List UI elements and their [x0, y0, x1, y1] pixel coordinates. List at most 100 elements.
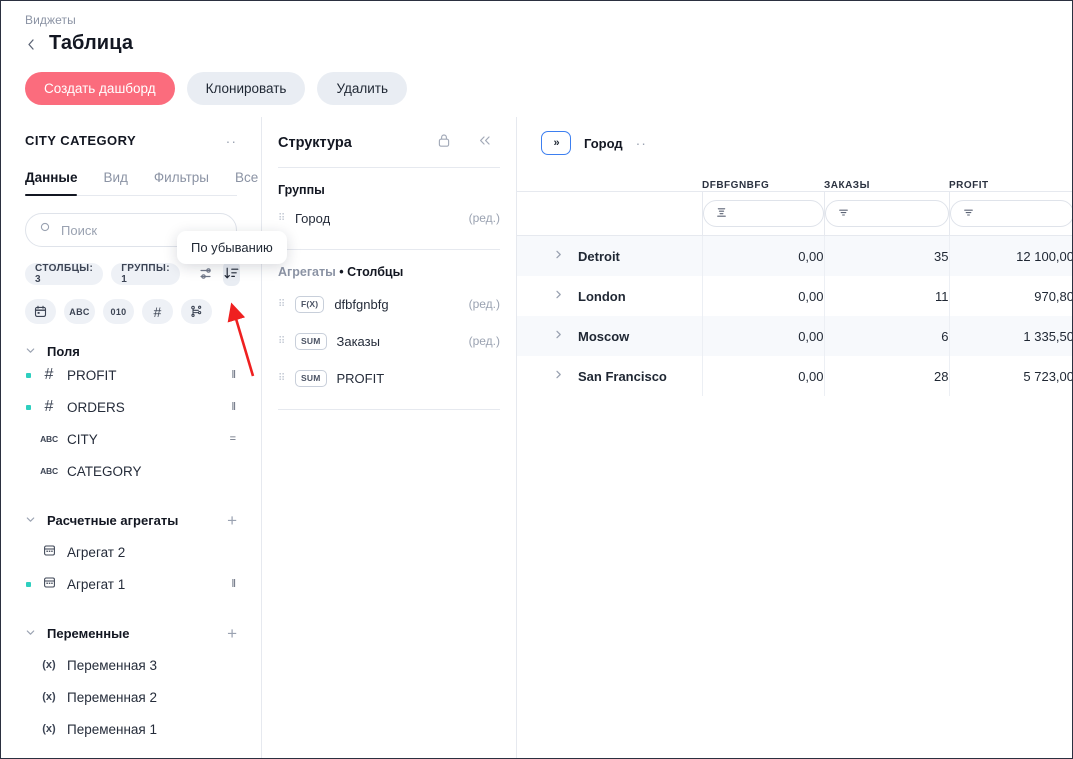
filter-input-dfbfgnbfg[interactable] [702, 200, 824, 227]
section-header-variables[interactable]: Переменные + [25, 625, 237, 642]
drag-grip-icon[interactable]: ⠿ [278, 336, 285, 346]
field-label: ORDERS [67, 399, 125, 415]
structure-aggregate-dfbfgnbfg[interactable]: ⠿ F(X) dfbfgnbfg (ред.) [278, 289, 500, 319]
filter-cell-profit [948, 191, 1072, 236]
field-label: CITY [67, 431, 98, 447]
column-header-dfbfgnbfg[interactable]: DFBFGNBFG [702, 180, 824, 192]
section-label: Расчетные агрегаты [47, 513, 179, 528]
section-label: Переменные [47, 626, 130, 641]
field-marker-dot [26, 404, 31, 410]
app-window: Виджеты Таблица Создать дашборд Клониров… [0, 0, 1073, 759]
back-arrow-icon[interactable] [25, 38, 38, 51]
dataset-more-icon[interactable]: ·· [226, 134, 237, 148]
column-header-group[interactable] [517, 180, 702, 192]
drag-grip-icon[interactable]: ⠿ [278, 213, 285, 223]
field-item-variable-1[interactable]: (x) Переменная 1 [1, 713, 261, 745]
hierarchy-icon[interactable] [181, 299, 212, 324]
structure-aggregate-profit[interactable]: ⠿ SUM PROFIT [278, 363, 500, 393]
field-label: Агрегат 1 [67, 576, 126, 592]
field-item-variable-2[interactable]: (x) Переменная 2 [1, 681, 261, 713]
chevron-right-icon[interactable] [553, 289, 564, 303]
aggregate-type-tag: F(X) [295, 295, 325, 313]
filter-input-zakazy[interactable] [824, 200, 949, 227]
drag-grip-icon[interactable]: ⠿ [278, 299, 285, 309]
structure-group-gorod[interactable]: ⠿ Город (ред.) [278, 203, 500, 233]
field-item-city[interactable]: ABC CITY = [1, 423, 261, 455]
tab-vid[interactable]: Вид [103, 170, 127, 195]
table-row[interactable]: London 0,00 11 970,80 [517, 276, 1072, 316]
column-header-zakazy[interactable]: ЗАКАЗЫ [824, 180, 949, 192]
field-item-agregat-1[interactable]: Агрегат 1 ‖ [1, 568, 261, 600]
preview-header: » Город ·· [517, 117, 1072, 155]
tab-dannye[interactable]: Данные [25, 170, 78, 196]
create-dashboard-button[interactable]: Создать дашборд [25, 72, 175, 105]
field-label: Переменная 3 [67, 657, 158, 673]
filter-input-profit[interactable] [949, 200, 1072, 227]
chevron-right-icon[interactable] [553, 249, 564, 263]
binary-icon[interactable]: 010 [103, 299, 134, 324]
page-title: Таблица [49, 32, 134, 54]
filter-cell-zakazy [823, 191, 949, 236]
column-header-profit[interactable]: PROFIT [949, 180, 1072, 192]
cell-zakazy: 6 [823, 316, 949, 356]
table-row[interactable]: Detroit 0,00 35 12 100,00 [517, 235, 1072, 276]
section-header-calculated-aggregates[interactable]: Расчетные агрегаты + [25, 512, 237, 529]
edit-link[interactable]: (ред.) [469, 297, 500, 311]
calendar-icon[interactable] [25, 299, 56, 324]
chip-columns[interactable]: СТОЛБЦЫ: 3 [25, 262, 104, 285]
calculated-field-icon [37, 576, 61, 592]
abc-icon[interactable]: ABC [64, 299, 95, 324]
tab-vse[interactable]: Все [235, 170, 258, 195]
field-drag-handle-icon[interactable]: ‖ [231, 578, 237, 590]
table-row[interactable]: Moscow 0,00 6 1 335,50 [517, 316, 1072, 356]
field-drag-handle-icon[interactable]: ‖ [231, 401, 237, 413]
structure-item-label: PROFIT [336, 370, 385, 386]
field-item-profit[interactable]: # PROFIT ‖ [1, 359, 261, 391]
clone-button[interactable]: Клонировать [186, 72, 306, 105]
field-item-category[interactable]: ABC CATEGORY [1, 455, 261, 487]
chip-groups[interactable]: ГРУППЫ: 1 [111, 262, 180, 285]
lock-icon[interactable] [437, 133, 451, 153]
left-panel-tabs: Данные Вид Фильтры Все [25, 170, 258, 196]
row-label-cell[interactable]: Moscow [517, 316, 702, 356]
breadcrumb[interactable]: Виджеты [25, 13, 76, 27]
cell-dfbfgnbfg: 0,00 [701, 276, 824, 316]
chevrons-left-icon[interactable] [477, 134, 492, 152]
drag-grip-icon[interactable]: ⠿ [278, 373, 285, 383]
row-label-cell[interactable]: Detroit [517, 236, 702, 276]
delete-button[interactable]: Удалить [317, 72, 408, 105]
section-header-polya[interactable]: Поля [25, 344, 237, 359]
calculated-field-icon [37, 544, 61, 560]
tab-filtry[interactable]: Фильтры [154, 170, 209, 195]
table-header-row: DFBFGNBFG ЗАКАЗЫ PROFIT [517, 180, 1072, 192]
group-more-icon[interactable]: ·· [636, 136, 647, 150]
edit-link[interactable]: (ред.) [469, 211, 500, 225]
structure-aggregate-zakazy[interactable]: ⠿ SUM Заказы (ред.) [278, 326, 500, 356]
field-drag-handle-icon[interactable]: ‖ [231, 369, 237, 381]
aggregates-title-active: Столбцы [347, 265, 404, 279]
field-item-variable-3[interactable]: (x) Переменная 3 [1, 649, 261, 681]
chevron-right-icon[interactable] [553, 369, 564, 383]
row-label-cell[interactable]: London [517, 276, 702, 316]
field-item-orders[interactable]: # ORDERS ‖ [1, 391, 261, 423]
field-item-agregat-2[interactable]: Агрегат 2 [1, 536, 261, 568]
edit-link[interactable]: (ред.) [469, 334, 500, 348]
hash-icon[interactable]: # [142, 299, 173, 324]
cell-profit: 5 723,00 [948, 356, 1072, 396]
abc-icon: ABC [40, 434, 58, 444]
aggregates-title: Агрегаты • Столбцы [278, 265, 500, 279]
sort-descending-icon[interactable] [222, 261, 240, 286]
cell-dfbfgnbfg: 0,00 [701, 316, 824, 356]
hash-icon: # [44, 366, 54, 383]
field-equals-icon[interactable]: = [230, 433, 237, 445]
sliders-icon[interactable] [198, 261, 215, 286]
add-aggregate-icon[interactable]: + [227, 512, 237, 529]
structure-panel: Структура Группы ⠿ Город (ред.) Агрегаты… [262, 117, 517, 758]
expand-all-button[interactable]: » [541, 131, 571, 155]
row-label-cell[interactable]: San Francisco [517, 356, 702, 396]
table-row[interactable]: San Francisco 0,00 28 5 723,00 [517, 356, 1072, 396]
filter-cell-group [517, 191, 702, 236]
chevron-right-icon[interactable] [553, 329, 564, 343]
add-variable-icon[interactable]: + [227, 625, 237, 642]
groups-title: Группы [278, 183, 325, 197]
